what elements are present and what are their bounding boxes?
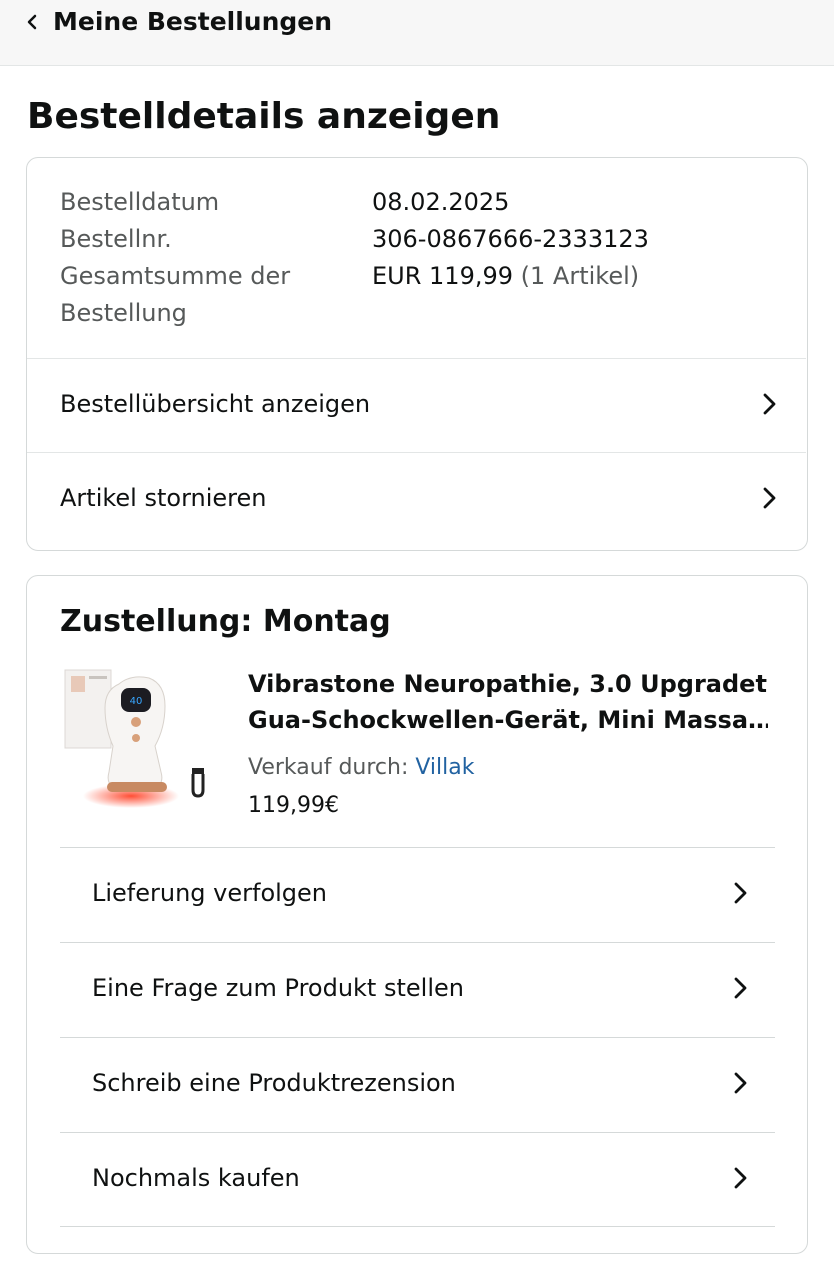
chevron-right-icon bbox=[763, 393, 776, 415]
seller-link[interactable]: Villak bbox=[415, 755, 474, 780]
chevron-left-icon[interactable] bbox=[24, 13, 40, 31]
chevron-right-icon bbox=[763, 487, 776, 509]
write-review-label: Schreib eine Produktrezension bbox=[92, 1069, 456, 1097]
seller-info: Verkauf durch: Villak bbox=[248, 750, 474, 786]
product-display-text: 40 bbox=[130, 696, 143, 707]
order-number-label: Bestellnr. bbox=[60, 225, 172, 253]
seller-prefix: Verkauf durch: bbox=[248, 755, 409, 780]
delivery-heading: Zustellung: Montag bbox=[60, 604, 391, 639]
product-title-line1: Vibrastone Neuropathie, 3.0 Upgradet bbox=[248, 670, 767, 698]
order-number-value: 306-0867666-2333123 bbox=[372, 225, 649, 253]
cancel-items-row[interactable]: Artikel stornieren bbox=[27, 452, 806, 546]
chevron-right-icon bbox=[734, 977, 747, 999]
top-nav-bar: Meine Bestellungen bbox=[0, 0, 834, 66]
delivery-card: Zustellung: Montag 40 Vibrastone Neuropa… bbox=[26, 575, 808, 1254]
chevron-right-icon bbox=[734, 1167, 747, 1189]
buy-again-row[interactable]: Nochmals kaufen bbox=[60, 1132, 775, 1227]
product-title-line2: Gua-Schockwellen-Gerät, Mini Massa… bbox=[248, 706, 768, 734]
view-order-summary-label: Bestellübersicht anzeigen bbox=[60, 390, 371, 418]
product-price: 119,99€ bbox=[248, 793, 339, 818]
order-total-value: EUR 119,99 (1 Artikel) bbox=[372, 258, 639, 295]
track-package-row[interactable]: Lieferung verfolgen bbox=[60, 847, 775, 942]
order-total-label-line2: Bestellung bbox=[60, 299, 187, 327]
cancel-items-label: Artikel stornieren bbox=[60, 484, 267, 512]
order-item-count: (1 Artikel) bbox=[520, 262, 640, 290]
back-link-my-orders[interactable]: Meine Bestellungen bbox=[53, 4, 332, 40]
track-package-label: Lieferung verfolgen bbox=[92, 879, 328, 907]
view-order-summary-row[interactable]: Bestellübersicht anzeigen bbox=[27, 358, 806, 452]
page-title: Bestelldetails anzeigen bbox=[27, 96, 501, 137]
order-total-amount: EUR 119,99 bbox=[372, 262, 514, 290]
buy-again-label: Nochmals kaufen bbox=[92, 1164, 300, 1192]
chevron-right-icon bbox=[734, 882, 747, 904]
write-review-row[interactable]: Schreib eine Produktrezension bbox=[60, 1037, 775, 1132]
order-summary-card: Bestelldatum 08.02.2025 Bestellnr. 306-0… bbox=[26, 157, 808, 551]
product-title-link[interactable]: Vibrastone Neuropathie, 3.0 Upgradet Gua… bbox=[248, 666, 768, 738]
chevron-right-icon bbox=[734, 1072, 747, 1094]
ask-product-question-label: Eine Frage zum Produkt stellen bbox=[92, 974, 464, 1002]
order-date-value: 08.02.2025 bbox=[372, 188, 510, 216]
ask-product-question-row[interactable]: Eine Frage zum Produkt stellen bbox=[60, 942, 775, 1037]
product-image[interactable]: 40 bbox=[61, 666, 211, 816]
order-total-label-line1: Gesamtsumme der bbox=[60, 262, 291, 290]
order-date-label: Bestelldatum bbox=[60, 188, 220, 216]
